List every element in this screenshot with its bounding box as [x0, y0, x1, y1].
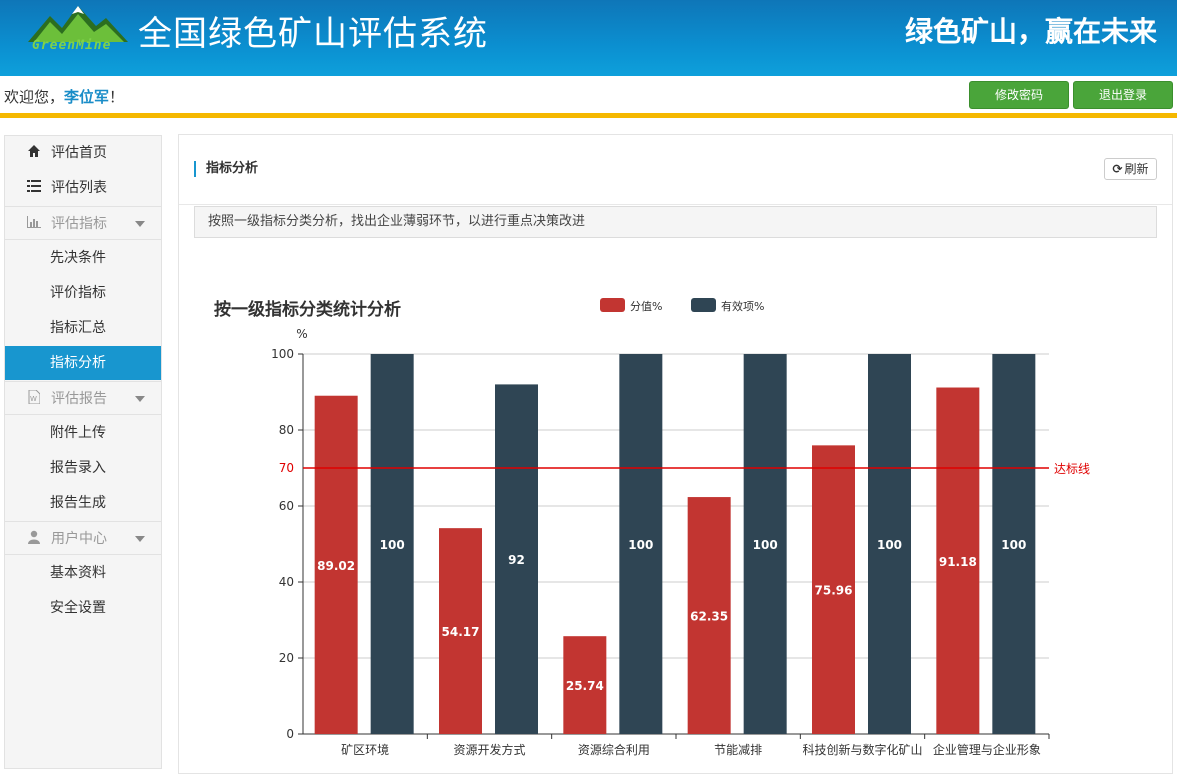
bar-value-label: 75.96 — [815, 584, 853, 598]
sidebar-item-list[interactable]: 评估列表 — [5, 171, 161, 205]
bar-value-label: 89.02 — [317, 559, 355, 573]
bar-value-label: 92 — [508, 553, 525, 567]
header-divider — [0, 113, 1177, 118]
sidebar-item-security-settings[interactable]: 安全设置 — [5, 591, 161, 625]
sidebar-item-label: 评估列表 — [51, 180, 107, 196]
svg-text:W: W — [30, 395, 37, 403]
user-name: 李位军 — [64, 88, 110, 106]
home-icon — [25, 136, 43, 170]
sidebar-group-report[interactable]: W 评估报告 — [5, 381, 161, 415]
chevron-down-icon — [135, 221, 145, 227]
y-tick-label: 100 — [271, 347, 294, 361]
welcome-message: 欢迎您，李位军！ — [4, 86, 124, 107]
sidebar-item-label: 报告生成 — [50, 495, 106, 511]
bar-value-label: 100 — [877, 538, 902, 552]
bar-value-label: 91.18 — [939, 555, 977, 569]
bar-value-label: 54.17 — [442, 625, 480, 639]
site-title: 全国绿色矿山评估系统 — [138, 14, 488, 54]
sidebar-item-basic-info[interactable]: 基本资料 — [5, 556, 161, 590]
sidebar-item-home[interactable]: 评估首页 — [5, 136, 161, 170]
bar-value-label: 100 — [753, 538, 778, 552]
sidebar-item-label: 基本资料 — [50, 565, 106, 581]
bar-value-label: 62.35 — [690, 610, 728, 624]
sidebar-item-label: 指标分析 — [50, 355, 106, 371]
y-tick-label: 20 — [279, 651, 294, 665]
sidebar-item-attachment-upload[interactable]: 附件上传 — [5, 416, 161, 450]
logout-button[interactable]: 退出登录 — [1073, 81, 1173, 109]
main-panel: 指标分析 ⟳ 刷新 按照一级指标分类分析，找出企业薄弱环节，以进行重点决策改进 按… — [178, 134, 1173, 774]
sidebar-item-label: 指标汇总 — [50, 320, 106, 336]
y-tick-label: 40 — [279, 575, 294, 589]
sidebar-item-label: 评估指标 — [51, 216, 107, 232]
bar-chart: 按一级指标分类统计分析 分值% 有效项%% 0 20 40 60 80 100 矿区环境 89.02… — [214, 298, 1090, 757]
chevron-down-icon — [135, 396, 145, 402]
x-tick-label: 科技创新与数字化矿山 — [802, 742, 922, 757]
change-password-button[interactable]: 修改密码 — [969, 81, 1069, 109]
sidebar: 评估首页 评估列表 评估指标 先决条件 评价指标 指标汇总 指标分析 W 评估报… — [4, 135, 162, 769]
user-icon — [25, 522, 43, 556]
bar-value-label: 100 — [380, 538, 405, 552]
x-tick-label: 企业管理与企业形象 — [933, 742, 1041, 757]
y-tick-label: 60 — [279, 499, 294, 513]
sidebar-item-report-entry[interactable]: 报告录入 — [5, 451, 161, 485]
welcome-suffix: ！ — [109, 88, 125, 106]
document-icon: W — [25, 382, 43, 416]
y-tick-label: 80 — [279, 423, 294, 437]
sidebar-item-evaluation-metrics[interactable]: 评价指标 — [5, 276, 161, 310]
x-tick-label: 资源综合利用 — [578, 742, 650, 757]
app-header: GreenMine 全国绿色矿山评估系统 绿色矿山，赢在未来 — [0, 0, 1177, 76]
sidebar-item-label: 先决条件 — [50, 250, 106, 266]
legend-label-1: 有效项% — [721, 299, 764, 313]
chevron-down-icon — [135, 536, 145, 542]
sidebar-item-label: 报告录入 — [50, 460, 106, 476]
legend-swatch-1 — [691, 298, 716, 312]
bar-value-label: 100 — [1001, 538, 1026, 552]
x-tick-label: 资源开发方式 — [453, 742, 525, 757]
y-tick-label: 0 — [286, 727, 294, 741]
legend-swatch-0 — [600, 298, 625, 312]
user-bar: 欢迎您，李位军！ 修改密码 退出登录 — [0, 76, 1177, 114]
x-tick-label: 矿区环境 — [341, 742, 389, 757]
markline-label: 达标线 — [1054, 462, 1090, 476]
sidebar-item-label: 附件上传 — [50, 425, 106, 441]
markline-value-label: 70 — [279, 461, 294, 475]
sidebar-group-user-center[interactable]: 用户中心 — [5, 521, 161, 555]
legend-label-0: 分值% — [630, 300, 662, 313]
welcome-prefix: 欢迎您， — [4, 88, 65, 106]
sidebar-group-metrics[interactable]: 评估指标 — [5, 206, 161, 240]
sidebar-item-label: 评估报告 — [51, 391, 107, 407]
logo-text: GreenMine — [32, 38, 112, 53]
bar-value-label: 25.74 — [566, 679, 604, 693]
chart-title: 按一级指标分类统计分析 — [214, 299, 401, 320]
sidebar-item-metrics-summary[interactable]: 指标汇总 — [5, 311, 161, 345]
sidebar-item-label: 用户中心 — [51, 531, 107, 547]
site-slogan: 绿色矿山，赢在未来 — [904, 15, 1157, 48]
list-icon — [25, 171, 43, 205]
sidebar-item-label: 评价指标 — [50, 285, 106, 301]
bar-chart-icon — [25, 207, 43, 241]
sidebar-item-label: 评估首页 — [51, 145, 107, 161]
sidebar-item-prerequisites[interactable]: 先决条件 — [5, 241, 161, 275]
sidebar-item-report-generate[interactable]: 报告生成 — [5, 486, 161, 520]
sidebar-item-label: 安全设置 — [50, 600, 106, 616]
bar-value-label: 100 — [628, 538, 653, 552]
y-axis-unit-label: % — [296, 327, 307, 341]
x-tick-label: 节能减排 — [714, 743, 762, 757]
sidebar-item-metrics-analysis[interactable]: 指标分析 — [5, 346, 161, 380]
